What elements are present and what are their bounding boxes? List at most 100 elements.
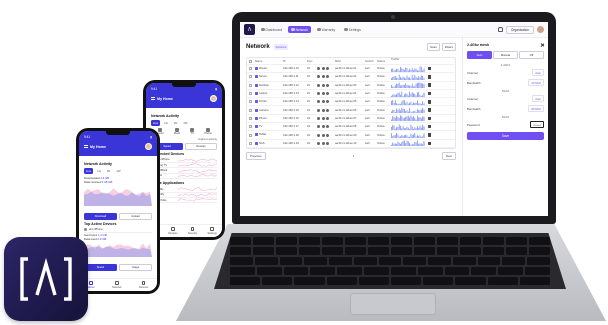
info-icon[interactable] — [317, 125, 320, 129]
bottom-nav-network[interactable]: Network — [112, 281, 122, 289]
table-row[interactable]: Desktop 192.168.1.12 24 aa:bb:cc:dd:ee:03 sw… — [247, 82, 455, 90]
row-checkbox[interactable] — [248, 141, 252, 145]
avatar-icon[interactable] — [537, 26, 544, 33]
trash-icon[interactable] — [427, 100, 431, 104]
link-icon[interactable] — [326, 133, 329, 137]
info-icon[interactable] — [317, 67, 320, 71]
tab-live[interactable]: Live — [84, 168, 94, 174]
trash-icon[interactable] — [427, 133, 431, 137]
gear-icon[interactable] — [321, 67, 325, 71]
home-selector[interactable]: My Home — [84, 145, 106, 149]
logo-icon[interactable]: Λ — [244, 24, 255, 35]
header-status[interactable]: Status — [377, 60, 391, 63]
gear-icon[interactable] — [321, 83, 325, 87]
tab-dashboard[interactable]: Dashboard — [258, 26, 285, 33]
usage-button[interactable]: Usage — [119, 263, 152, 271]
table-row[interactable]: NAS 192.168.1.19 24 aa:bb:cc:dd:ee:10 sw1 Onl… — [247, 140, 455, 148]
row-checkbox[interactable] — [248, 133, 252, 137]
channel-select[interactable]: Auto — [532, 95, 544, 102]
header-port[interactable]: Port — [307, 60, 317, 63]
trash-icon[interactable] — [427, 108, 431, 112]
trash-icon[interactable] — [427, 75, 431, 79]
row-checkbox[interactable] — [248, 108, 252, 112]
list-item[interactable]: YouTube — [151, 198, 217, 204]
home-selector[interactable]: My Home — [151, 97, 173, 101]
gear-icon[interactable] — [321, 125, 325, 129]
bandwidth-select[interactable]: 80 MHz — [528, 105, 544, 112]
header-ip[interactable]: IP — [283, 60, 307, 63]
info-icon[interactable] — [317, 83, 320, 87]
device-mesh[interactable]: Mesh — [174, 127, 180, 135]
device-tv[interactable]: TV — [190, 127, 195, 135]
upload-button[interactable]: Upload — [119, 212, 152, 220]
table-row[interactable]: Tablet 192.168.1.18 24 aa:bb:cc:dd:ee:09 sw1… — [247, 131, 455, 140]
row-checkbox[interactable] — [248, 116, 252, 120]
table-row[interactable]: TV 192.168.1.17 24 aa:bb:cc:dd:ee:08 sw1 Onli… — [247, 123, 455, 132]
close-icon[interactable] — [540, 43, 544, 47]
row-checkbox[interactable] — [248, 83, 252, 87]
link-icon[interactable] — [326, 100, 329, 104]
tab-settings[interactable]: Settings — [341, 26, 364, 33]
info-icon[interactable] — [317, 133, 320, 137]
gear-icon[interactable] — [321, 133, 325, 137]
select-all-checkbox[interactable] — [248, 59, 252, 63]
channel-select[interactable]: Auto — [532, 69, 544, 76]
gear-icon[interactable] — [321, 116, 325, 120]
info-icon[interactable] — [317, 75, 320, 79]
devices-badge[interactable]: Devices — [273, 44, 289, 50]
link-icon[interactable] — [326, 67, 329, 71]
table-row[interactable]: Router 192.168.1.10 24 aa:bb:cc:dd:ee:01 sw1… — [247, 65, 455, 74]
table-row[interactable]: Phone 192.168.1.16 24 aa:bb:cc:dd:ee:07 sw1 O… — [247, 115, 455, 124]
row-checkbox[interactable] — [248, 125, 252, 129]
trash-icon[interactable] — [427, 141, 431, 146]
speed-button[interactable]: Speed — [84, 263, 117, 271]
trash-icon[interactable] — [427, 124, 431, 129]
bottom-nav-devices[interactable]: Devices — [168, 227, 178, 235]
tab-warranty[interactable]: Warranty — [314, 26, 338, 33]
bottom-nav-security[interactable]: Security — [188, 227, 197, 235]
tab-live[interactable]: Live — [151, 120, 161, 126]
scan-button[interactable]: Scan — [426, 43, 440, 51]
info-icon[interactable] — [317, 92, 320, 96]
gear-icon[interactable] — [321, 141, 325, 145]
list-item[interactable]: Echo — [151, 174, 217, 180]
download-button[interactable]: Download — [84, 212, 117, 220]
avatar-icon[interactable] — [145, 143, 152, 150]
row-checkbox[interactable] — [248, 92, 252, 96]
bottom-nav-home[interactable]: Home — [88, 281, 95, 289]
previous-button[interactable]: Previous — [246, 151, 266, 160]
trash-icon[interactable] — [427, 66, 431, 71]
link-icon[interactable] — [326, 83, 329, 87]
tab-network[interactable]: Network — [288, 26, 312, 33]
table-row[interactable]: Server 192.168.1.11 24 aa:bb:cc:dd:ee:02 sw1… — [247, 73, 455, 82]
segment-off[interactable]: Off — [519, 51, 544, 59]
gear-icon[interactable] — [321, 108, 325, 112]
menu-icon[interactable] — [84, 145, 88, 148]
table-row[interactable]: Printer 192.168.1.14 24 aa:bb:cc:dd:ee:05 sw… — [247, 98, 455, 107]
trash-icon[interactable] — [427, 83, 431, 87]
filters-button[interactable]: Filters — [441, 43, 456, 51]
bottom-nav-settings[interactable]: Settings — [207, 227, 217, 235]
trash-icon[interactable] — [427, 91, 431, 96]
link-icon[interactable] — [326, 92, 329, 96]
link-icon[interactable] — [326, 116, 329, 120]
tab-1h[interactable]: 1H — [95, 168, 103, 174]
table-row[interactable]: Camera 192.168.1.15 24 aa:bb:cc:dd:ee:06 sw1… — [247, 106, 455, 115]
devices-button[interactable]: Devices — [185, 142, 217, 150]
info-icon[interactable] — [317, 141, 320, 145]
gear-icon[interactable] — [321, 100, 325, 104]
bandwidth-select[interactable]: 20 MHz — [528, 79, 544, 86]
row-checkbox[interactable] — [248, 100, 252, 104]
link-icon[interactable] — [326, 75, 329, 79]
tab-1w[interactable]: 1W — [181, 120, 189, 126]
table-row[interactable]: Laptop 192.168.1.13 24 aa:bb:cc:dd:ee:04 sw1… — [247, 90, 455, 99]
gear-icon[interactable] — [321, 75, 325, 79]
avatar-icon[interactable] — [210, 95, 217, 102]
save-button[interactable]: Save — [467, 132, 544, 140]
tab-1d[interactable]: 1D — [172, 120, 180, 126]
gear-icon[interactable] — [321, 92, 325, 96]
info-icon[interactable] — [317, 116, 320, 120]
link-icon[interactable] — [326, 141, 329, 145]
trash-icon[interactable] — [427, 116, 431, 121]
device-phone[interactable]: Phone — [204, 127, 212, 135]
